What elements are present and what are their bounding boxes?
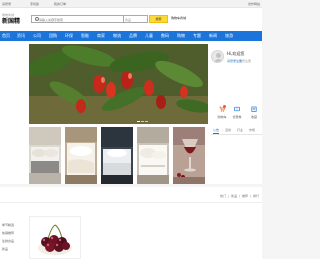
cherries-photo (35, 218, 75, 258)
nav-item[interactable]: 团购 (49, 33, 57, 38)
quick-link-label: 收藏 (250, 115, 257, 119)
cart-icon (219, 105, 226, 112)
bedding-photo (65, 127, 97, 184)
banner-carousel[interactable] (29, 44, 208, 124)
quick-link-favorite[interactable]: 收藏 (247, 106, 261, 119)
section-divider (0, 202, 262, 203)
nav-item[interactable]: 物流 (113, 33, 121, 38)
tabs-divider (211, 134, 262, 135)
quick-link-coupon[interactable]: 优惠券 (230, 106, 244, 119)
bed-set-photo (101, 127, 133, 184)
nav-item[interactable]: 环保 (65, 33, 73, 38)
filter-bar: 热门 | 新品 | 推荐 | 排行 (220, 194, 259, 198)
nav-item[interactable]: 儿童 (145, 33, 153, 38)
nav-item[interactable]: 智能 (81, 33, 89, 38)
partner-link[interactable]: 合作网站 (248, 2, 260, 6)
nav-item[interactable]: 购物 (177, 33, 185, 38)
carousel-dot[interactable] (137, 121, 140, 122)
thumbnail[interactable] (173, 127, 205, 184)
peppers-photo (29, 44, 208, 124)
tab-industry[interactable]: 行业 (237, 128, 243, 132)
nav-item[interactable]: 专题 (193, 33, 201, 38)
tab-activity[interactable]: 活动 (225, 128, 231, 132)
filter-item[interactable]: 新品 (231, 194, 237, 198)
pillow-photo (137, 127, 169, 184)
category-item[interactable]: 热销推荐 (2, 231, 14, 235)
thumbnail[interactable] (29, 127, 61, 184)
avatar-head (216, 53, 221, 58)
search-input[interactable] (39, 17, 117, 22)
category-item[interactable]: 季节精选 (2, 223, 14, 227)
nav-item[interactable]: 资讯 (17, 33, 25, 38)
nav-item[interactable]: 新闻 (209, 33, 217, 38)
category-item[interactable]: 生鲜食品 (2, 239, 14, 243)
filter-item[interactable]: 排行 (253, 194, 259, 198)
nav-item[interactable]: 商家 (97, 33, 105, 38)
search-box (31, 15, 124, 23)
location-text: 请登录 (2, 2, 12, 6)
greeting-text: Hi,欢迎您 (227, 51, 245, 56)
search-button[interactable]: 搜索 (149, 15, 168, 23)
main-nav: 首页 资讯 公司 团购 环保 智能 商家 物流 品牌 儿童 数码 购物 专题 新… (0, 31, 262, 41)
avatar-body (214, 59, 223, 62)
nav-item[interactable]: 数码 (161, 33, 169, 38)
avatar (211, 50, 224, 63)
notification-badge (223, 105, 226, 108)
register-link[interactable]: 免费注册 (239, 59, 251, 63)
product-section: 热门 | 新品 | 推荐 | 排行 季节精选 热销推荐 生鲜食品 新品 (0, 187, 262, 259)
cart-link[interactable]: 购物车商城 (171, 16, 186, 20)
filter-item[interactable]: 热门 (220, 194, 226, 198)
logo-subtitle: 购物商城 (2, 13, 15, 17)
top-bar: 请登录 手机版 我的订单 合作网站 (0, 0, 262, 8)
favorite-icon (251, 106, 257, 112)
thumbnail[interactable] (65, 127, 97, 184)
site-logo[interactable]: 新国精 (2, 18, 20, 25)
tab-market[interactable]: 市场 (249, 128, 255, 132)
product-card[interactable] (29, 216, 81, 259)
user-panel: Hi,欢迎您 请登录注册 免费注册 购物车 优惠券 收藏 公告 活动 行业 市场 (211, 44, 262, 181)
orders-link[interactable]: 我的订单 (54, 2, 66, 6)
quick-link-cart[interactable]: 购物车 (215, 105, 229, 119)
carousel-dot[interactable] (145, 121, 148, 122)
coupon-icon (234, 106, 240, 112)
thumbnail-strip (29, 127, 208, 184)
bedroom-photo (29, 127, 61, 184)
search-category-select[interactable]: 商品 (124, 15, 148, 23)
thumbnail[interactable] (101, 127, 133, 184)
carousel-dots (137, 119, 149, 123)
thumbnail[interactable] (137, 127, 169, 184)
main-content: Hi,欢迎您 请登录注册 免费注册 购物车 优惠券 收藏 公告 活动 行业 市场 (0, 41, 262, 184)
mobile-link[interactable]: 手机版 (30, 2, 39, 6)
nav-item[interactable]: 公司 (33, 33, 41, 38)
header: 购物商城 新国精 商品 搜索 购物车商城 (0, 8, 262, 31)
nav-item[interactable]: 首页 (2, 33, 10, 38)
nav-item[interactable]: 旅游 (225, 33, 233, 38)
filter-item[interactable]: 推荐 (242, 194, 248, 198)
nav-item[interactable]: 品牌 (129, 33, 137, 38)
carousel-dot[interactable] (141, 121, 144, 122)
category-item[interactable]: 新品 (2, 247, 8, 251)
wine-glass-photo (173, 127, 205, 184)
